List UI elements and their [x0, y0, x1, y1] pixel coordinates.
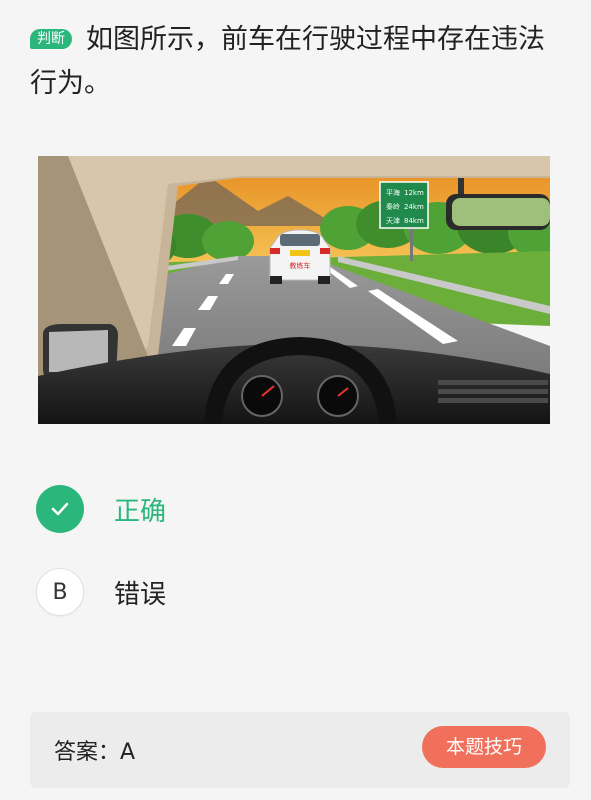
- answer-label: 答案：A: [54, 740, 136, 765]
- sign-row-2-distance: 24km: [404, 203, 424, 211]
- driving-scene-illustration: 平海 12km 秦岭 24km 天津 84km 教练车: [38, 156, 550, 424]
- option-b-letter: B: [52, 579, 68, 605]
- tip-button[interactable]: 本题技巧: [421, 726, 546, 768]
- sign-row-3-distance: 84km: [404, 217, 424, 225]
- sign-row-1-place: 平海: [386, 188, 400, 197]
- question-text: 如图所示，前车在行驶过程中存在违法行为。: [30, 24, 545, 99]
- check-icon: [51, 502, 69, 516]
- option-a-circle: [36, 485, 84, 533]
- option-b[interactable]: B 错误: [36, 567, 166, 617]
- sign-row-2-place: 秦岭: [386, 202, 400, 211]
- question-image: 平海 12km 秦岭 24km 天津 84km 教练车: [38, 156, 550, 424]
- question: 判断 如图所示，前车在行驶过程中存在违法行为。: [30, 18, 570, 106]
- option-b-circle: B: [36, 568, 84, 616]
- front-car: 教练车: [269, 229, 331, 284]
- question-type-badge: 判断: [30, 29, 72, 49]
- answer-bar: 答案：A 本题技巧: [30, 712, 570, 788]
- sign-row-1-distance: 12km: [404, 189, 424, 197]
- option-b-label: 错误: [114, 579, 167, 610]
- sign-row-3-place: 天津: [386, 217, 400, 225]
- option-a[interactable]: 正确: [36, 484, 166, 534]
- option-a-label: 正确: [114, 496, 167, 527]
- direction-sign: 平海 12km 秦岭 24km 天津 84km: [379, 181, 429, 229]
- car-plate-label: 教练车: [290, 261, 311, 270]
